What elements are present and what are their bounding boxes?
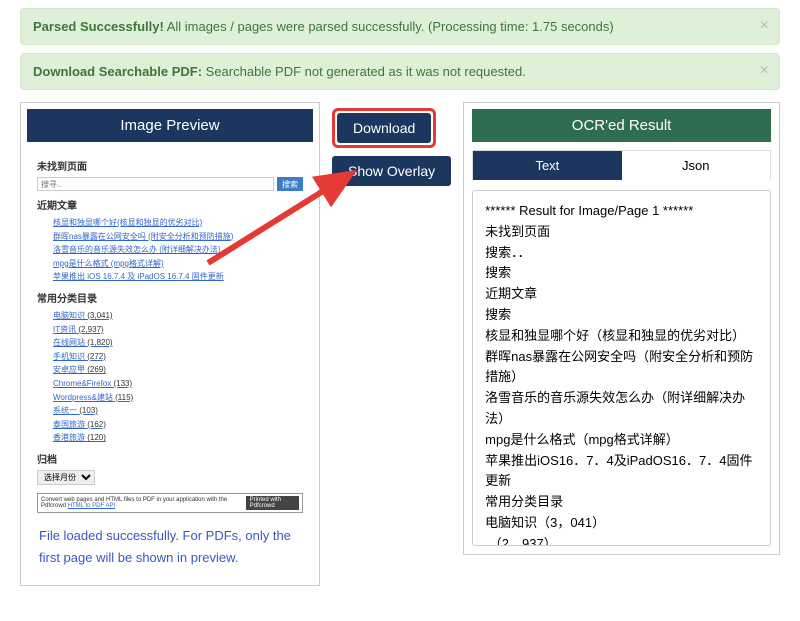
action-buttons: Download Show Overlay — [332, 102, 451, 186]
ocr-result-panel: OCR'ed Result Text Json ****** Result fo… — [463, 102, 780, 555]
preview-cat-item[interactable]: 香港旅游 (120) — [53, 431, 303, 445]
pdfcrowd-badge: Printed with Pdfcrowd — [246, 496, 299, 510]
preview-cat-item[interactable]: 电脑知识 (3,041) — [53, 309, 303, 323]
preview-recent-heading: 近期文章 — [37, 197, 303, 212]
preview-recent-item[interactable]: 核显和独显哪个好(核显和独显的优劣对比) — [53, 216, 303, 230]
preview-recent-item[interactable]: mpg是什么格式 (mpg格式详解) — [53, 257, 303, 271]
file-loaded-note: File loaded successfully. For PDFs, only… — [27, 519, 313, 579]
alert-success: Parsed Successfully! All images / pages … — [20, 8, 780, 45]
tab-json[interactable]: Json — [622, 151, 770, 180]
preview-cat-item[interactable]: Chrome&Firefox (133) — [53, 377, 303, 391]
alert-pdf: Download Searchable PDF: Searchable PDF … — [20, 53, 780, 90]
ocr-text-output[interactable]: ****** Result for Image/Page 1 ****** 未找… — [472, 190, 771, 546]
alert-success-text: All images / pages were parsed successfu… — [164, 19, 614, 34]
preview-archive-heading: 归档 — [37, 451, 303, 466]
download-button[interactable]: Download — [337, 113, 431, 143]
preview-search-button[interactable]: 搜索 — [277, 177, 303, 191]
result-tabs: Text Json — [472, 150, 771, 180]
preview-footer: Convert web pages and HTML files to PDF … — [37, 493, 303, 513]
preview-cat-item[interactable]: 在线网站 (1,820) — [53, 336, 303, 350]
preview-search-input[interactable] — [37, 177, 274, 191]
ocr-result-title: OCR'ed Result — [472, 109, 771, 142]
preview-cat-item[interactable]: 安卓应甲 (269) — [53, 363, 303, 377]
close-icon[interactable]: × — [760, 62, 769, 80]
image-preview-panel: Image Preview 未找到页面 搜索 近期文章 核显和独显哪个好(核显和… — [20, 102, 320, 586]
preview-recent-item[interactable]: 洛雪音乐的音乐源失效怎么办 (附详细解决办法) — [53, 243, 303, 257]
preview-body: 未找到页面 搜索 近期文章 核显和独显哪个好(核显和独显的优劣对比)群晖nas暴… — [27, 142, 313, 519]
alert-pdf-title: Download Searchable PDF: — [33, 64, 202, 79]
preview-cat-item[interactable]: Wordpress&建站 (115) — [53, 391, 303, 405]
alert-pdf-text: Searchable PDF not generated as it was n… — [202, 64, 526, 79]
preview-notfound-heading: 未找到页面 — [37, 158, 303, 173]
close-icon[interactable]: × — [760, 17, 769, 35]
preview-cat-item[interactable]: 手机知识 (272) — [53, 350, 303, 364]
image-preview-title: Image Preview — [27, 109, 313, 142]
preview-archive-select[interactable]: 选择月份 — [37, 470, 95, 485]
preview-cat-item[interactable]: 系统一 (103) — [53, 404, 303, 418]
preview-cats-heading: 常用分类目录 — [37, 290, 303, 305]
preview-recent-item[interactable]: 苹果推出 iOS 16.7.4 及 iPadOS 16.7.4 固件更新 — [53, 270, 303, 284]
preview-cat-item[interactable]: 泰国旅游 (162) — [53, 418, 303, 432]
preview-cat-item[interactable]: IT资讯 (2,937) — [53, 323, 303, 337]
tab-text[interactable]: Text — [473, 151, 621, 180]
preview-recent-item[interactable]: 群晖nas暴露在公网安全吗 (附安全分析和预防措施) — [53, 230, 303, 244]
alert-success-title: Parsed Successfully! — [33, 19, 164, 34]
download-highlight: Download — [332, 108, 436, 148]
show-overlay-button[interactable]: Show Overlay — [332, 156, 451, 186]
